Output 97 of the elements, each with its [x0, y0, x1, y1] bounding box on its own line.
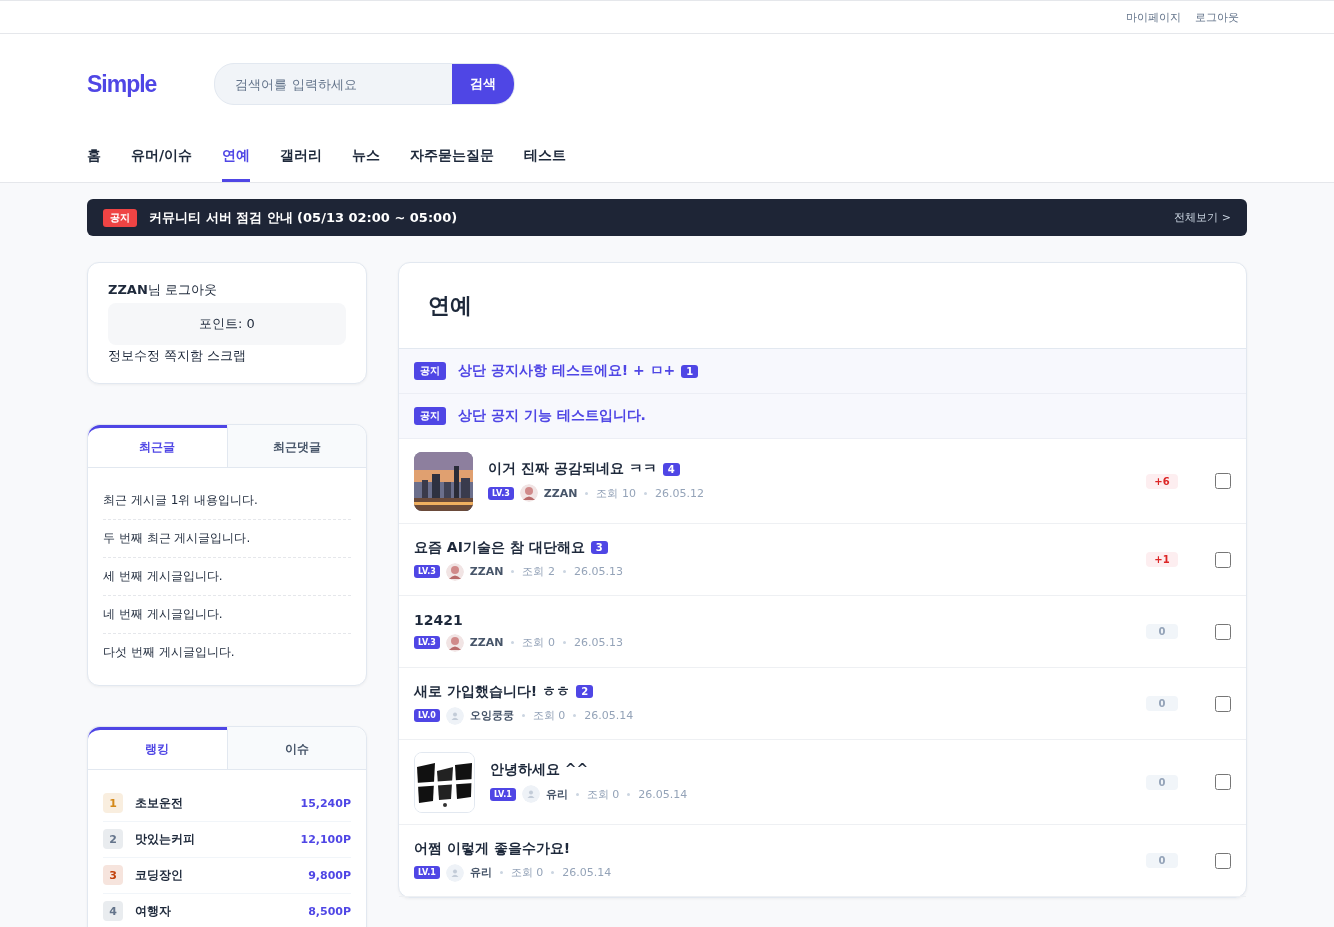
select-checkbox[interactable]: [1215, 852, 1231, 869]
search-button[interactable]: 검색: [452, 64, 515, 104]
post-title-link[interactable]: 어쩜 이렇게 좋을수가요!: [414, 839, 571, 858]
level-badge: LV.0: [414, 709, 440, 722]
notice-post-link[interactable]: 상단 공지사항 테스트에요! + ㅁ+: [458, 362, 676, 380]
post-title-link[interactable]: 요즘 AI기술은 참 대단해요: [414, 538, 585, 557]
view-count: 조회 0: [532, 708, 566, 723]
account-link[interactable]: 스크랩: [207, 347, 246, 365]
notice-text[interactable]: 커뮤니티 서버 점검 안내 (05/13 02:00 ~ 05:00): [149, 208, 1163, 227]
vote-count: +1: [1146, 552, 1178, 567]
notice-post-link[interactable]: 상단 공지 기능 테스트입니다.: [458, 407, 646, 425]
rank-number: 1: [103, 793, 123, 813]
avatar-icon: [445, 633, 464, 652]
post-date: 26.05.14: [562, 866, 612, 879]
post-date: 26.05.12: [654, 486, 704, 500]
view-count: 조회 0: [586, 786, 620, 802]
user-points: 15,240P: [300, 796, 351, 810]
vote-count: +6: [1146, 473, 1178, 489]
search-field[interactable]: 검색어를 입력하세요 검색: [214, 63, 516, 105]
user-name: 여행자: [135, 902, 172, 920]
recent-post-link[interactable]: 세 번째 게시글입니다.: [103, 558, 351, 596]
rank-number: 2: [103, 829, 123, 849]
select-checkbox[interactable]: [1215, 551, 1231, 568]
nav-tab[interactable]: 홈: [87, 147, 101, 182]
post-date: 26.05.14: [638, 787, 688, 801]
comment-count: 4: [662, 462, 680, 476]
avatar-icon: [519, 484, 538, 502]
user-points: 8,500P: [308, 904, 351, 918]
nav-tab[interactable]: 자주묻는질문: [410, 147, 495, 182]
author-name: 유리: [545, 786, 568, 802]
recent-post-link[interactable]: 네 번째 게시글입니다.: [103, 596, 351, 634]
recent-post-link[interactable]: 두 번째 최근 게시글입니다.: [103, 520, 351, 558]
level-badge: LV.3: [414, 636, 440, 649]
post-date: 26.05.14: [584, 709, 634, 722]
view-count: 조회 2: [522, 564, 555, 579]
author-name: 유리: [469, 865, 492, 880]
post-title-link[interactable]: 12421: [414, 611, 463, 628]
avatar-icon: [445, 562, 464, 581]
comment-count: 3: [590, 541, 608, 554]
select-checkbox[interactable]: [1215, 695, 1231, 712]
nav-tab[interactable]: 갤러리: [280, 147, 323, 182]
recent-post-link[interactable]: 다섯 번째 게시글입니다.: [103, 634, 351, 671]
logo[interactable]: Simple: [87, 70, 157, 98]
recent-post-link[interactable]: 최근 게시글 1위 내용입니다.: [103, 482, 351, 520]
panel-tab[interactable]: 최근글: [88, 425, 227, 467]
panel-tab[interactable]: 최근댓글: [226, 425, 366, 467]
account-link[interactable]: 정보수정: [108, 347, 160, 365]
author-name: ZZAN: [543, 486, 578, 500]
panel-tab[interactable]: 랭킹: [88, 727, 227, 769]
post-date: 26.05.13: [573, 565, 623, 578]
user-icon: [445, 863, 464, 882]
level-badge: LV.3: [414, 565, 440, 578]
author-name: ZZAN: [469, 565, 504, 578]
vote-count: 0: [1146, 696, 1178, 711]
user-greeting: ZZAN님 로그아웃: [108, 281, 218, 299]
post-date: 26.05.13: [573, 636, 623, 649]
user-icon: [445, 706, 464, 725]
user-icon: [521, 785, 540, 803]
view-count: 조회 0: [522, 635, 555, 650]
rank-number: 3: [103, 865, 123, 885]
user-name: 코딩장인: [135, 866, 184, 884]
view-all-link[interactable]: 전체보기 >: [1174, 210, 1231, 225]
level-badge: LV.1: [490, 787, 516, 801]
author-name: ZZAN: [469, 636, 504, 649]
comment-count: 2: [576, 685, 594, 698]
vote-count: 0: [1146, 774, 1178, 790]
nav-tab[interactable]: 뉴스: [352, 147, 381, 182]
post-title-link[interactable]: 이거 진짜 공감되네요 ㅋㅋ: [488, 460, 657, 478]
account-link[interactable]: 쪽지함: [164, 347, 203, 365]
rank-number: 4: [103, 901, 123, 921]
select-checkbox[interactable]: [1215, 623, 1231, 640]
view-count: 조회 0: [510, 865, 544, 880]
vote-count: 0: [1146, 853, 1178, 868]
panel-tab[interactable]: 이슈: [226, 727, 366, 769]
nav-tab[interactable]: 연예: [222, 147, 251, 182]
user-name: 초보운전: [135, 794, 184, 812]
top-link[interactable]: 마이페이지: [1126, 9, 1181, 25]
user-points: 12,100P: [300, 832, 351, 846]
comment-count: 1: [681, 364, 699, 378]
level-badge: LV.1: [414, 866, 440, 879]
user-name: 맛있는커피: [135, 830, 196, 848]
nav-tab[interactable]: 유머/이슈: [131, 147, 193, 182]
notice-badge: 공지: [414, 362, 446, 380]
select-checkbox[interactable]: [1215, 473, 1231, 489]
notice-badge: 공지: [414, 407, 446, 425]
top-link[interactable]: 로그아웃: [1195, 9, 1239, 25]
points-display: 포인트: 0: [108, 303, 346, 345]
post-title-link[interactable]: 새로 가입했습니다! ㅎㅎ: [414, 682, 571, 701]
author-name: 오잉쿵쿵: [469, 708, 514, 723]
post-title-link[interactable]: 안녕하세요 ^^: [490, 761, 589, 779]
notice-badge: 공지: [103, 208, 137, 227]
nav-tab[interactable]: 테스트: [524, 147, 567, 182]
vote-count: 0: [1146, 624, 1178, 639]
select-checkbox[interactable]: [1215, 774, 1231, 790]
view-count: 조회 10: [596, 485, 636, 501]
level-badge: LV.3: [488, 486, 514, 500]
user-points: 9,800P: [308, 868, 351, 882]
